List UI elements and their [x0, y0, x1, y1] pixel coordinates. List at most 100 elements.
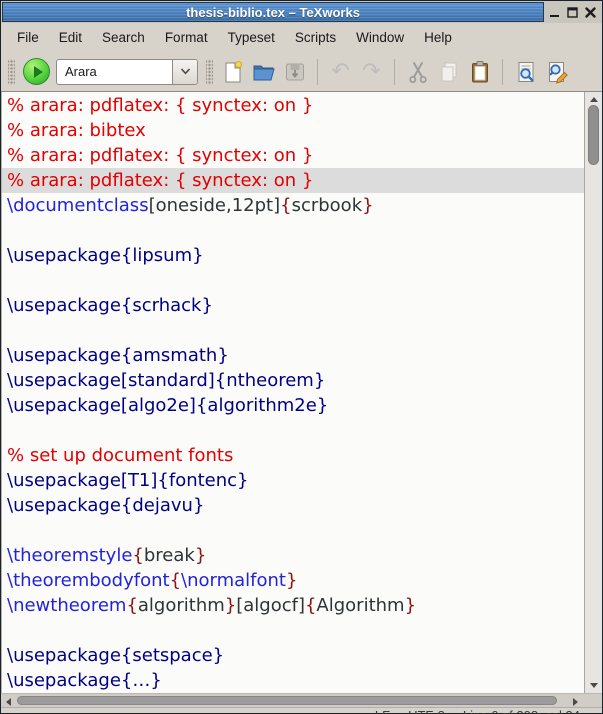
code-line[interactable]: \usepackage[algo2e]{algorithm2e} [2, 393, 584, 418]
close-icon [584, 6, 597, 19]
code-line[interactable]: \usepackage{scrhack} [2, 293, 584, 318]
status-line-ending[interactable]: LF [375, 708, 390, 714]
find-icon [514, 60, 538, 84]
window-controls [544, 1, 602, 23]
code-segment: \theorembodyfont [7, 570, 170, 591]
paste-icon [468, 60, 492, 84]
menu-item-window[interactable]: Window [346, 23, 414, 52]
menu-item-edit[interactable]: Edit [49, 23, 92, 52]
code-line[interactable] [2, 268, 584, 293]
replace-button[interactable] [542, 57, 571, 86]
code-segment: \usepackage[algo2e]{algorithm2e} [7, 395, 328, 416]
undo-icon: ↶ [331, 61, 349, 83]
minimize-icon [548, 6, 561, 19]
code-line[interactable]: \usepackage{setspace} [2, 643, 584, 668]
code-line[interactable]: \usepackage{dejavu} [2, 493, 584, 518]
status-encoding[interactable]: UTF-8 [408, 708, 445, 714]
code-line[interactable]: % arara: pdflatex: { synctex: on } [2, 143, 584, 168]
cut-button[interactable] [403, 57, 432, 86]
code-segment: % arara: pdflatex: { synctex: on } [7, 170, 313, 191]
code-segment: \usepackage[T1]{fontenc} [7, 470, 249, 491]
code-segment: \normalfont [181, 570, 286, 591]
code-line[interactable] [2, 418, 584, 443]
code-line[interactable] [2, 518, 584, 543]
editor-area: % arara: pdflatex: { synctex: on }% arar… [1, 91, 602, 693]
typeset-button[interactable] [23, 58, 50, 85]
code-line[interactable]: \usepackage[T1]{fontenc} [2, 468, 584, 493]
chevron-down-icon [180, 68, 191, 75]
code-segment: \usepackage{dejavu} [7, 495, 204, 516]
undo-button[interactable]: ↶ [326, 57, 355, 86]
title-panel[interactable]: thesis-biblio.tex – TeXworks [2, 2, 544, 22]
code-line[interactable]: % arara: pdflatex: { synctex: on } [2, 168, 584, 193]
code-line[interactable]: % arara: bibtex [2, 118, 584, 143]
vertical-scrollbar[interactable] [584, 92, 602, 693]
menu-item-search[interactable]: Search [92, 23, 155, 52]
combo-dropdown-button[interactable] [172, 60, 197, 84]
save-icon [283, 60, 307, 84]
menu-item-scripts[interactable]: Scripts [285, 23, 346, 52]
code-line[interactable]: % set up document fonts [2, 443, 584, 468]
code-line[interactable]: \theorembodyfont{\normalfont} [2, 568, 584, 593]
find-button[interactable] [511, 57, 540, 86]
code-segment: } [195, 545, 206, 566]
cut-icon [406, 60, 430, 84]
typeset-tool-select[interactable]: Arara [56, 59, 198, 85]
close-button[interactable] [583, 5, 598, 20]
toolbar: Arara ↶ [1, 52, 602, 91]
code-segment: scrbook [292, 195, 363, 216]
menu-item-format[interactable]: Format [155, 23, 218, 52]
code-segment: \usepackage{amsmath} [7, 345, 229, 366]
new-document-button[interactable] [218, 57, 247, 86]
code-line[interactable]: \usepackage{lipsum} [2, 243, 584, 268]
code-line[interactable]: \usepackage[standard]{ntheorem} [2, 368, 584, 393]
texworks-window: thesis-biblio.tex – TeXworks FileEditSea… [0, 0, 603, 714]
open-folder-icon [251, 60, 276, 84]
code-segment: \newtheorem [7, 595, 126, 616]
replace-icon [545, 60, 569, 84]
toolbar-drag-handle[interactable] [8, 59, 15, 85]
save-button[interactable] [280, 57, 309, 86]
code-line[interactable]: \usepackage{amsmath} [2, 343, 584, 368]
code-line[interactable] [2, 218, 584, 243]
vertical-scrollbar-thumb[interactable] [588, 105, 599, 165]
code-segment: } [225, 595, 236, 616]
scroll-down-icon[interactable] [590, 683, 598, 688]
maximize-button[interactable] [565, 5, 580, 20]
scroll-left-icon[interactable] [6, 698, 11, 706]
menu-item-typeset[interactable]: Typeset [218, 23, 285, 52]
code-segment: { [170, 570, 181, 591]
open-button[interactable] [249, 57, 278, 86]
code-segment: } [286, 570, 297, 591]
toolbar-separator [502, 59, 503, 85]
title-bar: thesis-biblio.tex – TeXworks [1, 1, 602, 23]
code-line[interactable] [2, 618, 584, 643]
horizontal-scrollbar[interactable] [1, 693, 602, 707]
typeset-tool-value: Arara [57, 64, 172, 79]
paste-button[interactable] [465, 57, 494, 86]
toolbar-drag-handle[interactable] [206, 59, 213, 85]
code-segment: } [405, 595, 416, 616]
redo-button[interactable]: ↷ [357, 57, 386, 86]
code-line[interactable]: \newtheorem{algorithm}[algocf]{Algorithm… [2, 593, 584, 618]
code-line[interactable]: \usepackage{…} [2, 668, 584, 693]
menu-item-help[interactable]: Help [414, 23, 462, 52]
menu-item-file[interactable]: File [7, 23, 49, 52]
code-segment: \usepackage{…} [7, 670, 162, 691]
code-area[interactable]: % arara: pdflatex: { synctex: on }% arar… [1, 92, 584, 693]
scroll-up-icon[interactable] [590, 97, 598, 102]
code-segment: % arara: pdflatex: { synctex: on } [7, 95, 313, 116]
code-segment: { [126, 595, 137, 616]
horizontal-scrollbar-thumb[interactable] [17, 696, 557, 705]
code-segment: \usepackage{scrhack} [7, 295, 213, 316]
code-line[interactable]: % arara: pdflatex: { synctex: on } [2, 93, 584, 118]
minimize-button[interactable] [547, 5, 562, 20]
code-line[interactable] [2, 318, 584, 343]
code-segment: { [132, 545, 143, 566]
typeset-play-icon [34, 66, 43, 78]
scroll-right-icon[interactable] [573, 698, 578, 706]
copy-button[interactable] [434, 57, 463, 86]
code-line[interactable]: \documentclass[oneside,12pt]{scrbook} [2, 193, 584, 218]
toolbar-separator [394, 59, 395, 85]
code-line[interactable]: \theoremstyle{break} [2, 543, 584, 568]
